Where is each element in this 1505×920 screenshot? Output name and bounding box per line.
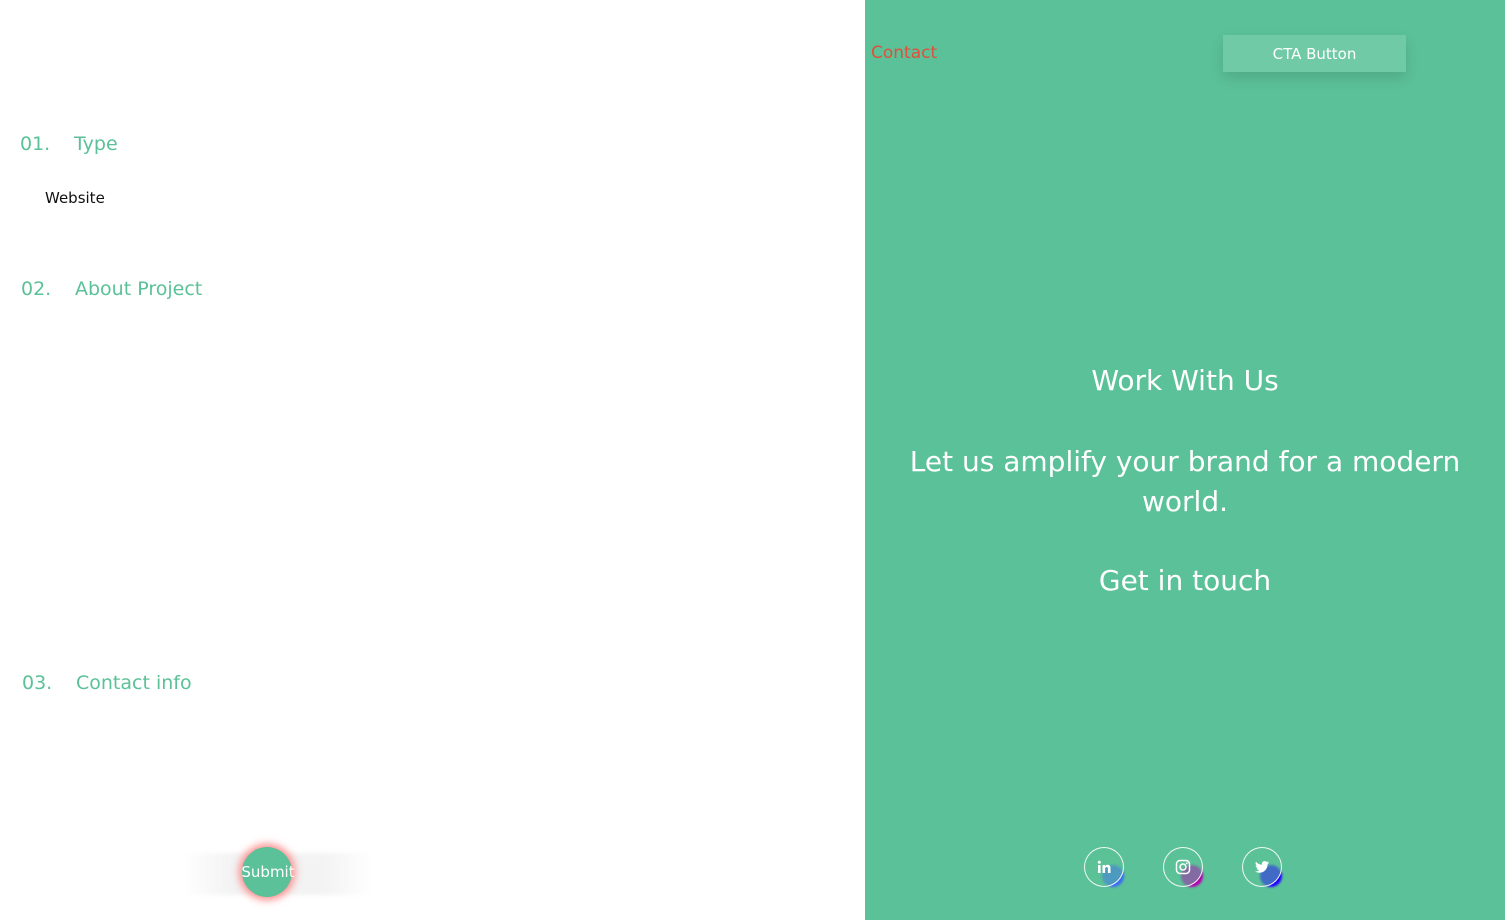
cta-button[interactable]: CTA Button (1223, 35, 1406, 72)
twitter-icon[interactable] (1242, 847, 1282, 887)
section-title-about: About Project (75, 278, 203, 300)
contact-link[interactable]: Contact (871, 43, 937, 63)
section-title-contact: Contact info (76, 672, 192, 694)
hero-heading: Work With Us (1091, 364, 1279, 397)
social-twitter (1242, 847, 1282, 887)
submit-area: Submit (183, 845, 373, 901)
get-in-touch[interactable]: Get in touch (905, 564, 1465, 597)
section-number-contact: 03. (22, 672, 53, 694)
hero-tagline: Let us amplify your brand for a modern w… (909, 445, 1461, 518)
submit-button[interactable]: Submit (223, 861, 313, 883)
hero-panel: Contact CTA Button Work With Us Let us a… (865, 0, 1505, 920)
section-number-about: 02. (21, 278, 52, 300)
section-number-type: 01. (20, 133, 51, 155)
type-option-website[interactable]: Website (45, 189, 105, 207)
form-panel: 01. Type Website 02. About Project 03. C… (0, 0, 865, 920)
section-title-type: Type (74, 133, 118, 155)
social-instagram (1163, 847, 1203, 887)
instagram-icon[interactable] (1163, 847, 1203, 887)
social-linkedin (1084, 847, 1124, 887)
linkedin-icon[interactable] (1084, 847, 1124, 887)
